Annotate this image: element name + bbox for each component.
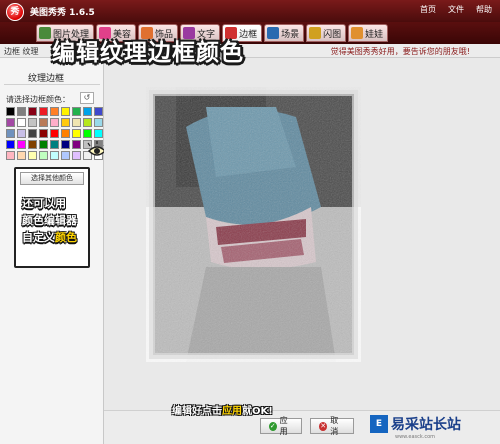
color-swatch[interactable] xyxy=(28,129,37,138)
color-swatch[interactable] xyxy=(6,129,15,138)
color-swatch[interactable] xyxy=(72,151,81,160)
brand-logo: E xyxy=(370,415,388,433)
color-swatch[interactable] xyxy=(39,118,48,127)
photo-icon xyxy=(39,27,51,39)
brand-name: 易采站长站 xyxy=(391,417,461,433)
app-title: 美图秀秀 1.6.5 xyxy=(30,8,95,18)
color-swatch[interactable] xyxy=(94,118,103,127)
color-swatch[interactable] xyxy=(50,129,59,138)
flash-icon xyxy=(309,27,322,39)
scene-icon xyxy=(267,27,280,39)
color-swatch[interactable] xyxy=(6,151,15,160)
top-links: 首页 文件 帮助 xyxy=(420,4,492,15)
apply-hint-highlight: 应用 xyxy=(222,406,242,417)
close-icon: ✕ xyxy=(319,421,328,431)
canvas-area xyxy=(104,58,500,410)
doll-icon xyxy=(351,27,364,39)
hint-line-3: 自定义颜色 xyxy=(22,231,77,244)
color-swatch[interactable] xyxy=(61,118,70,127)
help-link[interactable]: 帮助 xyxy=(476,4,492,15)
check-icon: ✓ xyxy=(269,421,277,431)
hint-line-2: 颜色编辑器 xyxy=(22,214,77,227)
hint-box: 选择其他颜色 还可以用 颜色编辑器 自定义颜色 xyxy=(14,167,90,268)
site-brand: E 易采站长站 xyxy=(370,414,461,434)
headline-caption: 编辑纹理边框颜色 xyxy=(52,40,244,66)
color-swatch[interactable] xyxy=(39,129,48,138)
color-swatch[interactable] xyxy=(39,140,48,149)
apply-hint: 编辑好点击应用就OK! xyxy=(172,402,273,417)
photo-image xyxy=(146,87,361,362)
other-color-button[interactable]: 选择其他颜色 xyxy=(20,172,84,185)
framed-photo[interactable] xyxy=(146,87,361,362)
tab-label: 娃娃 xyxy=(365,29,384,40)
apply-hint-prefix: 编辑好点击 xyxy=(172,406,222,417)
color-swatch[interactable] xyxy=(17,118,26,127)
hint-highlight: 颜色 xyxy=(55,231,77,244)
cancel-button[interactable]: ✕ 取消 xyxy=(310,416,354,436)
cancel-label: 取消 xyxy=(330,416,339,436)
color-swatch[interactable] xyxy=(61,140,70,149)
file-link[interactable]: 文件 xyxy=(448,4,464,15)
color-swatch[interactable] xyxy=(94,129,103,138)
color-swatch[interactable] xyxy=(39,151,48,160)
color-swatch[interactable] xyxy=(17,129,26,138)
color-swatch[interactable] xyxy=(61,151,70,160)
color-swatch[interactable] xyxy=(72,107,81,116)
color-swatch[interactable] xyxy=(6,140,15,149)
color-swatch[interactable] xyxy=(83,129,92,138)
reset-icon[interactable]: ↺ xyxy=(80,92,94,104)
color-swatch[interactable] xyxy=(17,151,26,160)
color-swatch[interactable] xyxy=(28,140,37,149)
color-swatch[interactable] xyxy=(72,129,81,138)
left-panel: 纹理边框 请选择边框颜色： ↺ 选择其他颜色 还可以用 颜色编辑器 自定义颜色 xyxy=(0,58,107,444)
hint-line-1: 还可以用 xyxy=(22,197,66,210)
color-swatch[interactable] xyxy=(83,118,92,127)
pick-color-label: 请选择边框颜色： xyxy=(6,95,70,104)
hint-text: 还可以用 颜色编辑器 自定义颜色 xyxy=(22,195,77,246)
color-swatch[interactable] xyxy=(61,129,70,138)
promo-text[interactable]: 觉得美图秀秀好用，要告诉您的朋友哦! xyxy=(331,46,470,57)
color-swatch[interactable] xyxy=(28,151,37,160)
tab-5[interactable]: 场景 xyxy=(264,24,305,42)
color-swatch[interactable] xyxy=(6,107,15,116)
color-swatch[interactable] xyxy=(72,118,81,127)
color-swatch[interactable] xyxy=(61,107,70,116)
color-swatch[interactable] xyxy=(39,107,48,116)
divider xyxy=(4,84,100,85)
color-swatch[interactable] xyxy=(94,107,103,116)
color-swatch[interactable] xyxy=(50,107,59,116)
tab-label: 闪图 xyxy=(323,29,342,40)
tab-7[interactable]: 娃娃 xyxy=(348,24,389,42)
color-swatch[interactable] xyxy=(72,140,81,149)
color-swatch[interactable] xyxy=(50,151,59,160)
watermark-url: www.easck.com xyxy=(395,434,436,440)
apply-label: 应用 xyxy=(279,416,288,436)
color-swatch[interactable] xyxy=(17,140,26,149)
breadcrumb: 边框 纹理 xyxy=(4,47,39,56)
apply-button[interactable]: ✓ 应用 xyxy=(260,416,302,436)
title-bar: 秀 美图秀秀 1.6.5 首页 文件 帮助 xyxy=(0,0,500,22)
tab-6[interactable]: 闪图 xyxy=(306,24,347,42)
tab-label: 场景 xyxy=(281,29,300,40)
color-swatch[interactable] xyxy=(28,107,37,116)
color-swatch[interactable] xyxy=(50,118,59,127)
color-swatch[interactable] xyxy=(50,140,59,149)
home-link[interactable]: 首页 xyxy=(420,4,436,15)
color-swatch[interactable] xyxy=(83,107,92,116)
app-logo: 秀 xyxy=(6,3,24,21)
panel-title: 纹理边框 xyxy=(28,74,65,84)
color-swatch[interactable] xyxy=(17,107,26,116)
color-swatch[interactable] xyxy=(6,118,15,127)
color-swatch[interactable] xyxy=(28,118,37,127)
apply-hint-suffix: 就OK! xyxy=(242,406,273,417)
